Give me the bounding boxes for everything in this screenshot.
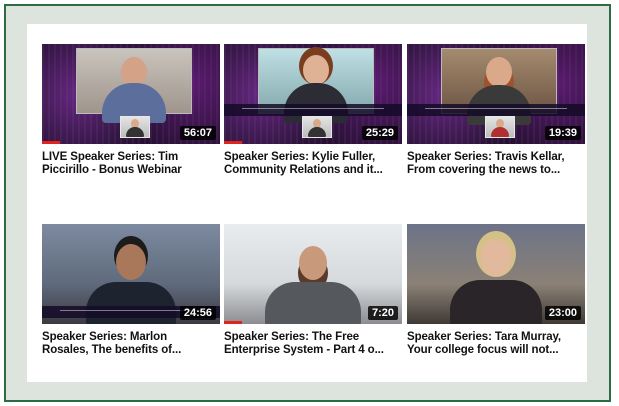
host-pip	[302, 116, 332, 138]
watch-progress-bar	[224, 321, 242, 324]
video-card[interactable]: 7:20 Speaker Series: The Free Enterprise…	[224, 224, 402, 357]
duration-badge: 56:07	[179, 126, 216, 140]
duration-badge: 24:56	[179, 306, 216, 320]
video-card[interactable]: 56:07 LIVE Speaker Series: Tim Piccirill…	[42, 44, 220, 177]
video-card[interactable]: 25:29 Speaker Series: Kylie Fuller, Comm…	[224, 44, 402, 177]
caption-bar	[407, 104, 585, 116]
video-title[interactable]: Speaker Series: Travis Kellar, From cove…	[407, 151, 585, 177]
video-thumbnail[interactable]: 56:07	[42, 44, 220, 144]
video-thumbnail[interactable]: 7:20	[224, 224, 402, 324]
watch-progress-bar	[42, 141, 60, 144]
video-grid: 56:07 LIVE Speaker Series: Tim Piccirill…	[27, 24, 587, 382]
caption-bar	[224, 104, 402, 116]
duration-badge: 23:00	[544, 306, 581, 320]
video-thumbnail[interactable]: 19:39	[407, 44, 585, 144]
duration-badge: 19:39	[544, 126, 581, 140]
video-title[interactable]: LIVE Speaker Series: Tim Piccirillo - Bo…	[42, 151, 220, 177]
video-card[interactable]: 24:56 Speaker Series: Marlon Rosales, Th…	[42, 224, 220, 357]
video-title[interactable]: Speaker Series: Marlon Rosales, The bene…	[42, 331, 220, 357]
video-thumbnail[interactable]: 23:00	[407, 224, 585, 324]
duration-badge: 7:20	[367, 306, 398, 320]
video-thumbnail[interactable]: 24:56	[42, 224, 220, 324]
video-title[interactable]: Speaker Series: Kylie Fuller, Community …	[224, 151, 402, 177]
video-title[interactable]: Speaker Series: The Free Enterprise Syst…	[224, 331, 402, 357]
host-pip	[120, 116, 150, 138]
speaker-video	[76, 48, 192, 123]
video-card[interactable]: 23:00 Speaker Series: Tara Murray, Your …	[407, 224, 585, 357]
host-pip	[485, 116, 515, 138]
video-title[interactable]: Speaker Series: Tara Murray, Your colleg…	[407, 331, 585, 357]
duration-badge: 25:29	[361, 126, 398, 140]
watch-progress-bar	[224, 141, 242, 144]
video-card[interactable]: 19:39 Speaker Series: Travis Kellar, Fro…	[407, 44, 585, 177]
video-thumbnail[interactable]: 25:29	[224, 44, 402, 144]
